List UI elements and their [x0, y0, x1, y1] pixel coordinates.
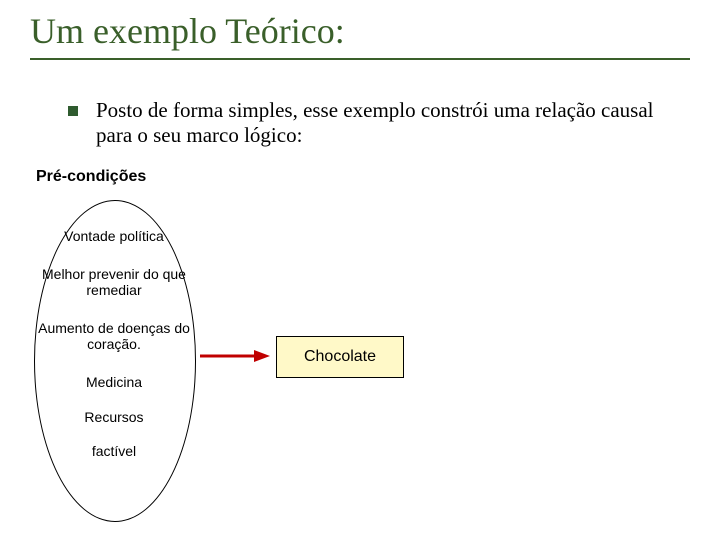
preconditions-label: Pré-condições: [36, 168, 146, 186]
bullet-text: Posto de forma simples, esse exemplo con…: [96, 98, 690, 148]
precondition-item: Recursos: [34, 409, 194, 425]
precondition-item: factível: [34, 443, 194, 459]
chocolate-label: Chocolate: [304, 348, 376, 366]
title-underline: [30, 58, 690, 60]
slide-title: Um exemplo Teórico:: [30, 10, 690, 58]
title-area: Um exemplo Teórico:: [30, 10, 690, 60]
precondition-item: Vontade política: [34, 228, 194, 244]
slide: Um exemplo Teórico: Posto de forma simpl…: [0, 0, 720, 540]
arrow-icon: [200, 348, 270, 364]
chocolate-box: Chocolate: [276, 336, 404, 378]
preconditions-list: Vontade política Melhor prevenir do que …: [34, 210, 194, 459]
bullet-row: Posto de forma simples, esse exemplo con…: [68, 98, 690, 148]
bullet-icon: [68, 106, 78, 116]
precondition-item: Melhor prevenir do que remediar: [34, 266, 194, 298]
precondition-item: Medicina: [34, 374, 194, 390]
precondition-item: Aumento de doenças do coração.: [34, 320, 194, 352]
